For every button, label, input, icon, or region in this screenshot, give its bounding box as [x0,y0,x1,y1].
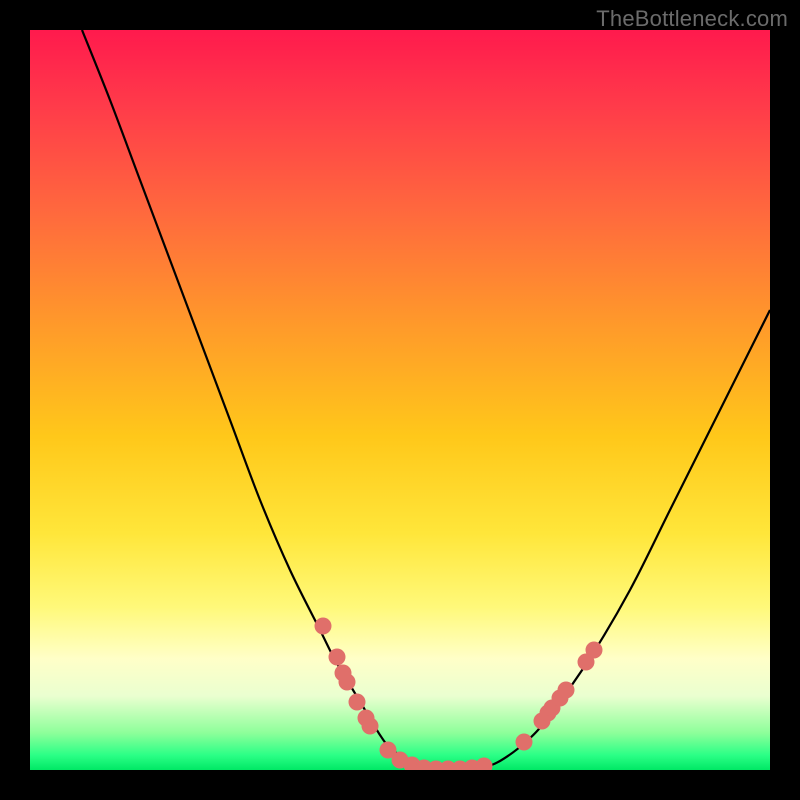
curve-marker-dot [339,674,356,691]
curve-marker-dot [315,618,332,635]
chart-plot-area [30,30,770,770]
curve-marker-dot [516,734,533,751]
bottleneck-curve [82,30,770,769]
curve-marker-dot [586,642,603,659]
curve-marker-dot [362,718,379,735]
watermark-text: TheBottleneck.com [596,6,788,32]
curve-marker-dot [349,694,366,711]
chart-svg [30,30,770,770]
curve-marker-dot [329,649,346,666]
curve-marker-dot [558,682,575,699]
marker-group [315,618,603,771]
curve-marker-dot [476,758,493,771]
